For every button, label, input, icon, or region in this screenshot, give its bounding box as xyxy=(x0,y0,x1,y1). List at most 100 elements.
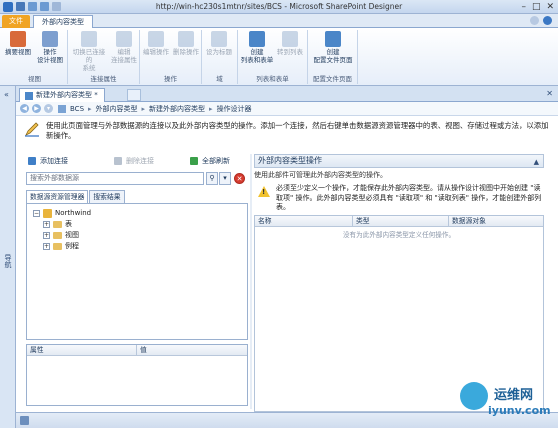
refresh-icon xyxy=(190,157,198,165)
history-dropdown-icon[interactable]: ▾ xyxy=(44,104,53,113)
tab-data-source-explorer[interactable]: 数据源资源管理器 xyxy=(26,190,89,203)
group-views: 摘要视图 操作 设计视图 视图 xyxy=(2,30,68,84)
tree-node-tables[interactable]: + 表 xyxy=(43,219,72,229)
navigation-pane[interactable]: « 导航 xyxy=(0,86,16,428)
tree-node-northwind[interactable]: − Northwind xyxy=(33,208,91,218)
warning-message: 必须至少定义一个操作，才能保存此外部内容类型。请从操作设计视图中开始创建 "读取… xyxy=(276,184,542,211)
tree-node-label: Northwind xyxy=(55,209,92,217)
tab-new-external-content-type[interactable]: 新建外部内容类型 * xyxy=(19,88,105,102)
remove-connection-label: 删除连接 xyxy=(126,157,154,165)
expand-navigation-icon[interactable]: « xyxy=(4,90,9,99)
ribbon-help-area xyxy=(530,16,552,25)
minimize-ribbon-icon[interactable] xyxy=(530,16,539,25)
external-content-type-icon xyxy=(25,91,33,100)
switch-system-icon xyxy=(81,31,97,47)
refresh-all-button[interactable]: 全部刷新 xyxy=(190,155,230,167)
folder-icon xyxy=(53,231,62,239)
create-lists-icon xyxy=(249,31,265,47)
maximize-button[interactable]: □ xyxy=(532,2,541,12)
remove-connection-icon xyxy=(114,157,122,165)
create-lists-label: 创建 列表和表单 xyxy=(240,48,274,64)
edit-operation-button[interactable]: 编辑操作 xyxy=(142,31,170,56)
column-header-value[interactable]: 值 xyxy=(137,345,147,355)
breadcrumb-item-new-ect[interactable]: 新建外部内容类型 xyxy=(149,104,205,114)
create-lists-and-forms-button[interactable]: 创建 列表和表单 xyxy=(240,31,274,64)
new-tab-button[interactable] xyxy=(127,89,141,101)
expand-icon[interactable]: + xyxy=(43,231,50,239)
search-input[interactable]: 搜索外部数据源 xyxy=(26,172,204,185)
switch-system-label: 切换已连接的 系统 xyxy=(72,48,106,72)
panel-splitter[interactable] xyxy=(250,154,252,409)
operations-subtitle: 使用此部件可管理此外部内容类型的操作。 xyxy=(254,171,387,179)
set-as-title-button[interactable]: 设为标题 xyxy=(205,31,233,56)
folder-icon xyxy=(53,220,62,228)
ribbon: 摘要视图 操作 设计视图 视图 切换已连接的 系统 编辑 连接属性 连接属性 编… xyxy=(0,28,558,86)
breadcrumb: BCS ▸ 外部内容类型 ▸ 新建外部内容类型 ▸ 操作设计器 xyxy=(58,104,252,114)
group-operations: 编辑操作 删除操作 操作 xyxy=(140,30,202,84)
back-button[interactable]: ◀ xyxy=(20,104,29,113)
edit-connection-properties-button[interactable]: 编辑 连接属性 xyxy=(108,31,140,64)
group-connection-properties: 切换已连接的 系统 编辑 连接属性 连接属性 xyxy=(68,30,140,84)
close-button[interactable]: ✕ xyxy=(546,2,554,12)
switch-external-system-button[interactable]: 切换已连接的 系统 xyxy=(70,31,108,72)
remove-connection-button[interactable]: 删除连接 xyxy=(114,155,154,167)
tab-external-content-types[interactable]: 外部内容类型 xyxy=(33,15,93,28)
doc-tab-label: 新建外部内容类型 * xyxy=(36,91,98,99)
add-connection-label: 添加连接 xyxy=(40,157,68,165)
create-profile-page-button[interactable]: 创建 配置文件页面 xyxy=(312,31,354,64)
help-icon[interactable] xyxy=(543,16,552,25)
breadcrumb-item-bcs[interactable]: BCS xyxy=(70,105,84,113)
watermark-circle-icon xyxy=(460,382,488,410)
refresh-all-label: 全部刷新 xyxy=(202,157,230,165)
window-controls: – □ ✕ xyxy=(521,2,554,12)
edit-operation-icon xyxy=(148,31,164,47)
clear-search-icon[interactable]: ✕ xyxy=(234,173,245,184)
data-source-tree: − Northwind + 表 + 视图 + 例程 xyxy=(26,203,248,340)
go-to-list-button[interactable]: 转到列表 xyxy=(276,31,304,56)
breadcrumb-item-external-content-types[interactable]: 外部内容类型 xyxy=(96,104,138,114)
collapse-panel-icon[interactable]: ▲ xyxy=(534,156,539,168)
group-title-profile: 配置文件页面 xyxy=(313,75,352,83)
tab-search-results[interactable]: 搜索结果 xyxy=(89,190,125,203)
breadcrumb-bar: ◀ ▶ ▾ BCS ▸ 外部内容类型 ▸ 新建外部内容类型 ▸ 操作设计器 xyxy=(16,102,558,116)
group-title-views: 视图 xyxy=(28,75,41,83)
close-document-icon[interactable]: ✕ xyxy=(546,89,553,98)
delete-operation-button[interactable]: 删除操作 xyxy=(172,31,200,56)
tab-file[interactable]: 文件 xyxy=(2,15,30,28)
breadcrumb-item-operations-designer[interactable]: 操作设计器 xyxy=(217,104,252,114)
search-dropdown-icon[interactable]: ▾ xyxy=(219,172,231,185)
set-as-title-icon xyxy=(211,31,227,47)
column-header-data-source-object[interactable]: 数据源对象 xyxy=(449,216,544,226)
title-bar: http://win-hc230s1mtnr/sites/BCS - Micro… xyxy=(0,0,558,14)
column-header-name[interactable]: 名称 xyxy=(255,216,353,226)
create-profile-page-icon xyxy=(325,31,341,47)
data-source-toolbar: 添加连接 删除连接 全部刷新 xyxy=(26,154,248,168)
watermark-url: iyunv.com xyxy=(488,404,551,417)
go-to-list-icon xyxy=(282,31,298,47)
properties-header: 属性 值 xyxy=(27,345,247,356)
column-header-property[interactable]: 属性 xyxy=(27,345,137,355)
watermark-logo: 运维网 iyunv.com xyxy=(460,380,552,424)
operations-design-view-button[interactable]: 操作 设计视图 xyxy=(36,31,64,64)
tree-node-routines[interactable]: + 例程 xyxy=(43,241,79,251)
warning-icon: ! xyxy=(258,186,270,197)
add-connection-button[interactable]: 添加连接 xyxy=(28,155,68,167)
search-icon[interactable]: ⚲ xyxy=(206,172,218,185)
forward-button[interactable]: ▶ xyxy=(32,104,41,113)
edit-connection-icon xyxy=(116,31,132,47)
delete-operation-icon xyxy=(178,31,194,47)
collapse-icon[interactable]: − xyxy=(33,209,40,217)
group-lists-and-forms: 创建 列表和表单 转到列表 列表和表单 xyxy=(238,30,308,84)
set-as-title-label: 设为标题 xyxy=(206,48,232,56)
breadcrumb-separator: ▸ xyxy=(141,105,146,113)
operations-table-header: 名称 类型 数据源对象 xyxy=(255,216,543,227)
expand-icon[interactable]: + xyxy=(43,242,50,250)
summary-view-button[interactable]: 摘要视图 xyxy=(4,31,32,56)
navigation-label: 导航 xyxy=(4,254,12,268)
document-tab-strip: 新建外部内容类型 * ✕ xyxy=(16,86,558,102)
minimize-button[interactable]: – xyxy=(521,2,526,12)
expand-icon[interactable]: + xyxy=(43,220,50,228)
column-header-type[interactable]: 类型 xyxy=(353,216,449,226)
page-description: 使用此页面管理与外部数据源的连接以及此外部内容类型的操作。添加一个连接，然后右键… xyxy=(46,121,549,140)
tree-node-views[interactable]: + 视图 xyxy=(43,230,79,240)
